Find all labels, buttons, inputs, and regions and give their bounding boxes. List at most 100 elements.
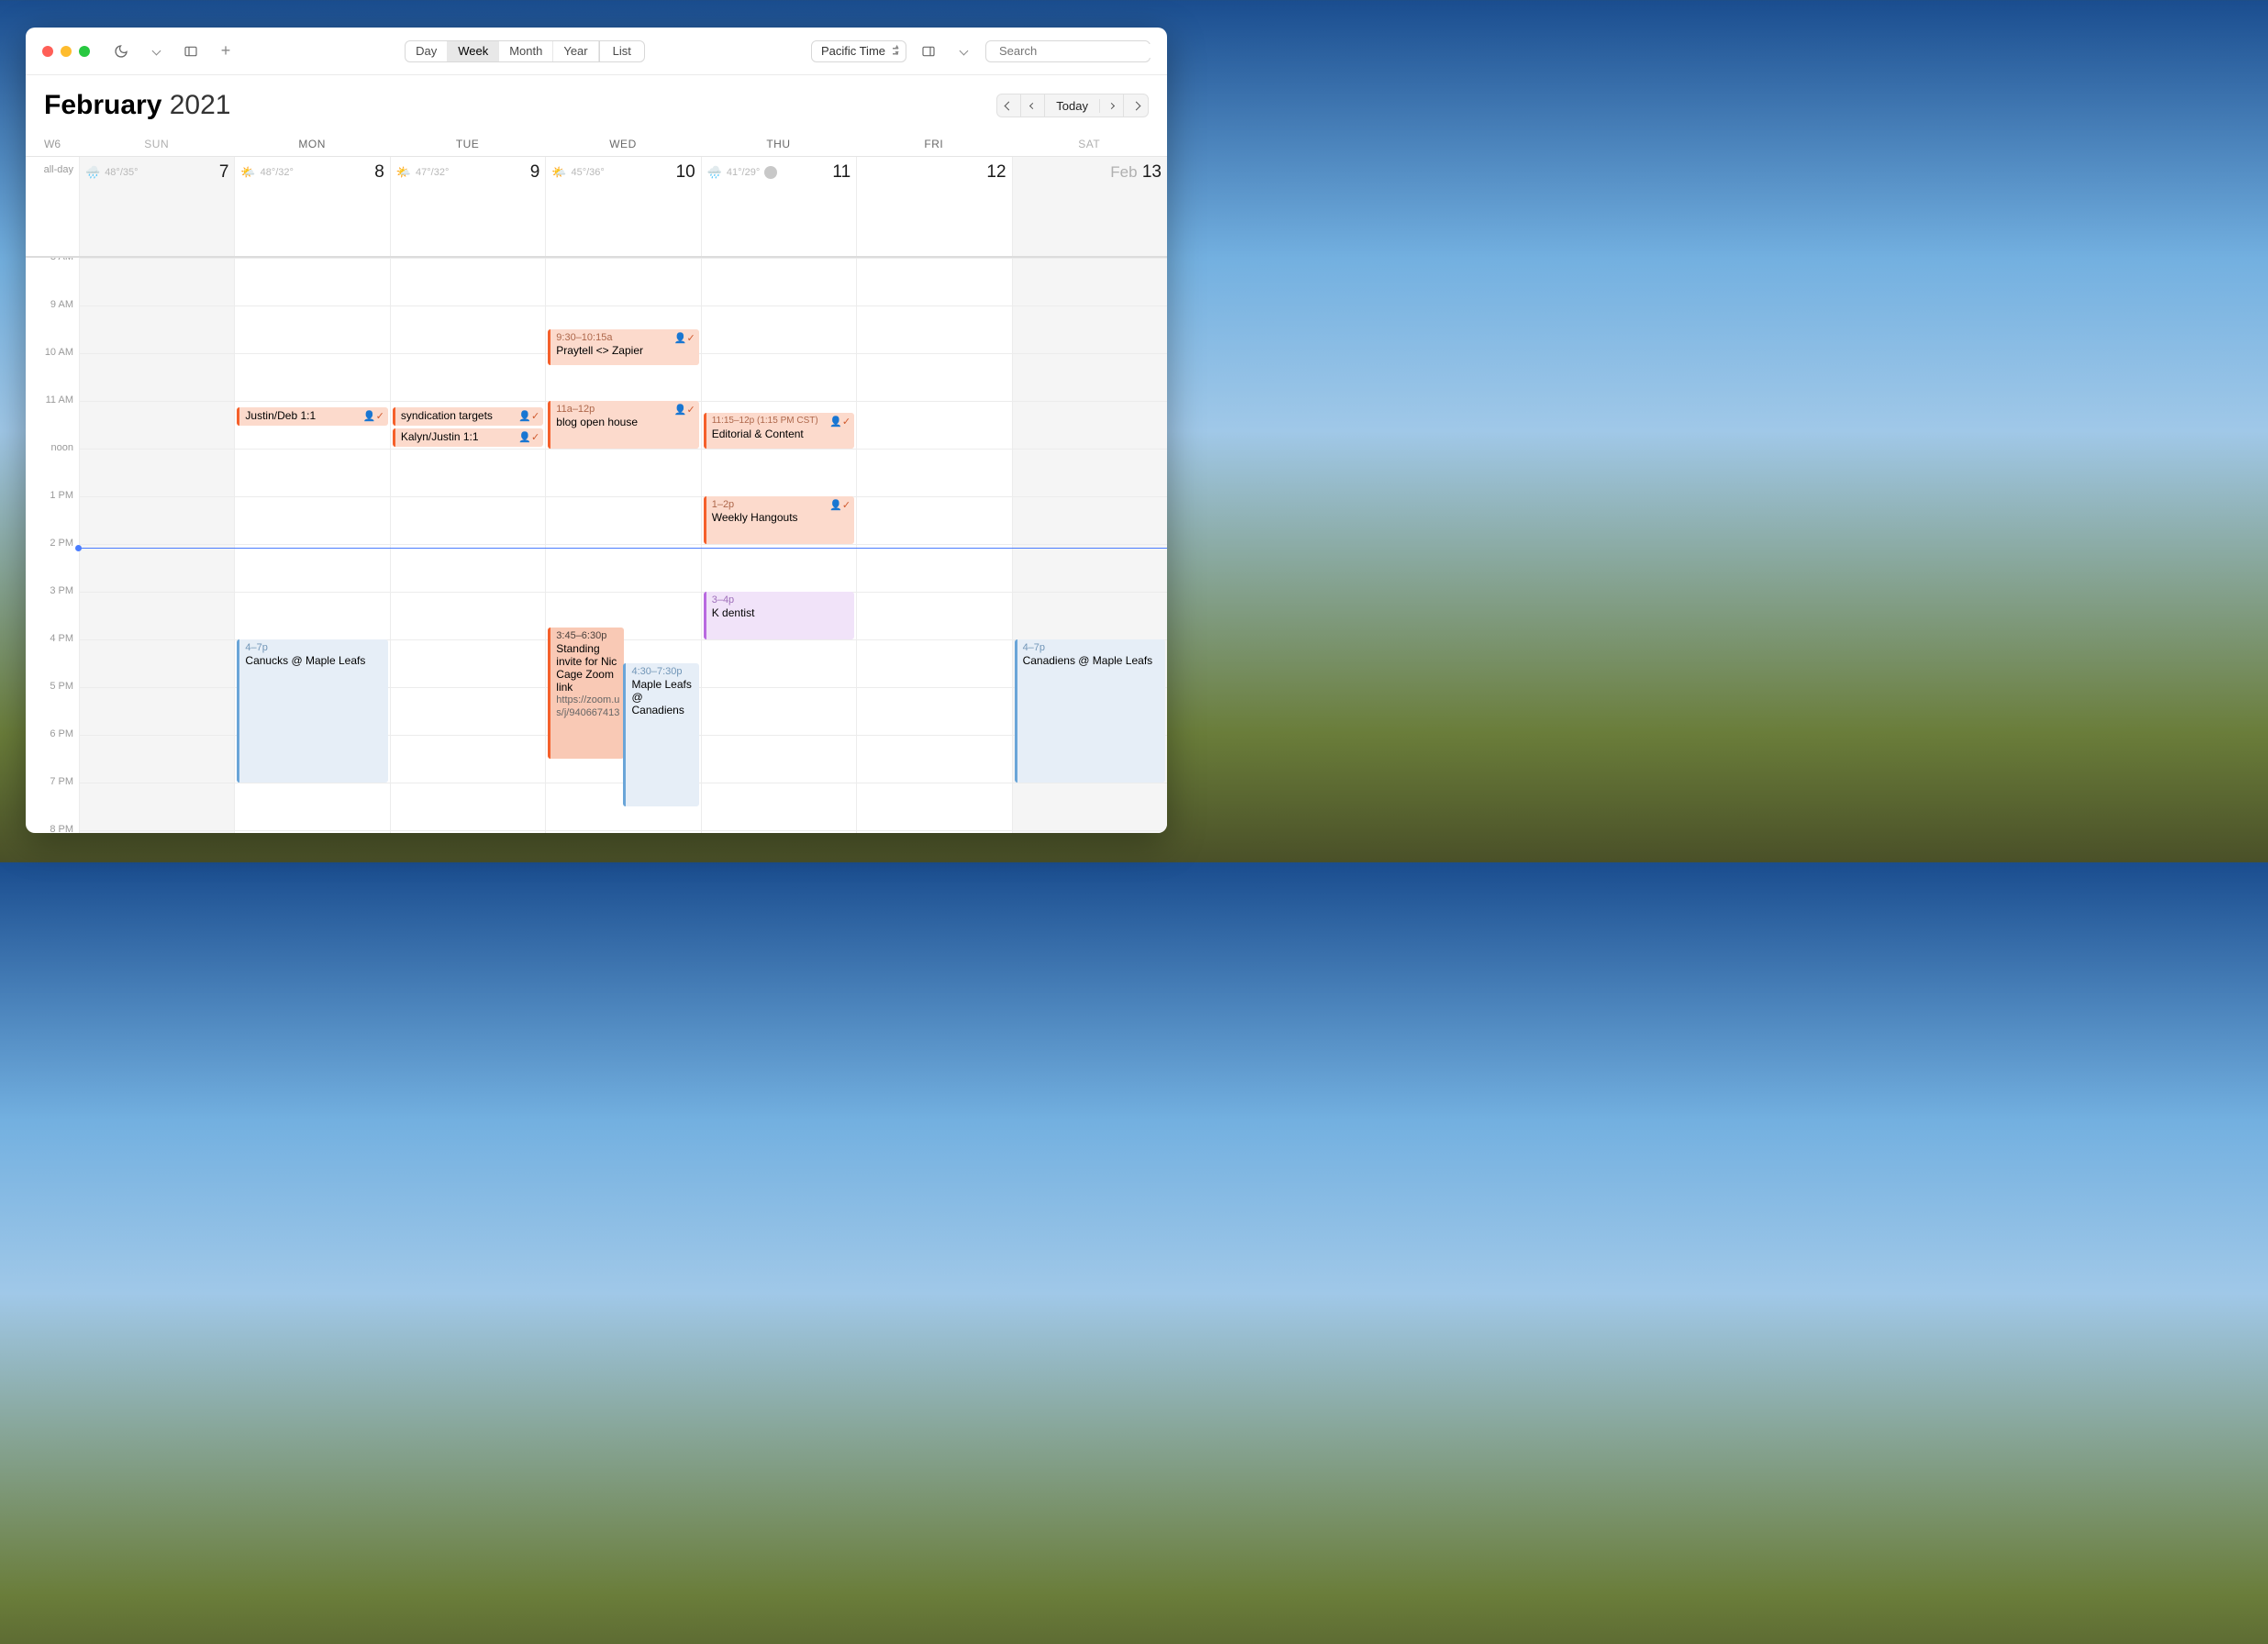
weather-icon: 🌧️ xyxy=(707,165,722,180)
daycol-wed[interactable]: 9:30–10:15a Praytell <> Zapier 👤✓ 11a–12… xyxy=(545,258,700,833)
date-num: 9 xyxy=(530,162,540,183)
allday-sun[interactable]: 🌧️ 48°/35° 7 xyxy=(79,157,234,256)
dayname-fri: FRI xyxy=(856,132,1011,156)
dayname-sun: SUN xyxy=(79,132,234,156)
allday-label: all-day xyxy=(26,157,79,256)
daycol-sat[interactable]: 4–7p Canadiens @ Maple Leafs xyxy=(1012,258,1167,833)
prev-week-button[interactable] xyxy=(997,94,1021,117)
event-justin-deb[interactable]: Justin/Deb 1:1 👤✓ xyxy=(237,407,387,426)
view-week[interactable]: Week xyxy=(448,41,499,61)
view-list[interactable]: List xyxy=(599,41,644,61)
temp: 45°/36° xyxy=(571,167,604,178)
allday-thu[interactable]: 🌧️ 41°/29° 11 xyxy=(701,157,856,256)
video-icon: 👤✓ xyxy=(518,431,539,444)
video-icon: 👤✓ xyxy=(518,410,539,423)
event-time: 4:30–7:30p xyxy=(631,665,695,678)
fullscreen-button[interactable] xyxy=(79,46,90,57)
add-event-button[interactable]: + xyxy=(213,39,239,63)
allday-wed[interactable]: 🌤️ 45°/36° 10 xyxy=(545,157,700,256)
allday-fri[interactable]: 12 xyxy=(856,157,1011,256)
day-header-row: W6 SUN MON TUE WED THU FRI SAT xyxy=(26,132,1167,157)
event-standing[interactable]: 3:45–6:30p Standing invite for Nic Cage … xyxy=(548,628,623,759)
date-num: 10 xyxy=(676,162,695,183)
panel-toggle-icon[interactable] xyxy=(916,39,941,63)
moon-icon xyxy=(764,166,777,179)
temp: 48°/32° xyxy=(261,167,294,178)
event-kalyn[interactable]: Kalyn/Justin 1:1 👤✓ xyxy=(393,428,543,447)
hour-label: 9 AM xyxy=(26,299,79,347)
hour-label: 8 PM xyxy=(26,824,79,833)
temp: 41°/29° xyxy=(727,167,760,178)
event-canucks[interactable]: 4–7p Canucks @ Maple Leafs xyxy=(237,639,387,783)
appearance-dropdown[interactable] xyxy=(143,39,169,63)
event-title: Editorial & Content xyxy=(712,428,850,440)
event-syndication[interactable]: syndication targets 👤✓ xyxy=(393,407,543,426)
dayname-tue: TUE xyxy=(390,132,545,156)
video-icon: 👤✓ xyxy=(674,332,695,345)
hour-label: 3 PM xyxy=(26,585,79,633)
today-button[interactable]: Today xyxy=(1045,99,1100,113)
time-grid: 8 AM 9 AM 10 AM 11 AM noon 1 PM 2 PM 3 P… xyxy=(26,258,1167,833)
allday-sat[interactable]: Feb 13 xyxy=(1012,157,1167,256)
event-praytell[interactable]: 9:30–10:15a Praytell <> Zapier 👤✓ xyxy=(548,329,698,365)
event-title: Canadiens @ Maple Leafs xyxy=(1023,654,1162,667)
current-time-line xyxy=(79,548,1167,549)
dayname-thu: THU xyxy=(701,132,856,156)
prev-day-button[interactable] xyxy=(1021,94,1045,117)
temp: 48°/35° xyxy=(105,167,138,178)
search-input[interactable] xyxy=(999,44,1161,58)
daycol-tue[interactable]: syndication targets 👤✓ Kalyn/Justin 1:1 … xyxy=(390,258,545,833)
hour-label: 8 AM xyxy=(26,258,79,299)
event-title: K dentist xyxy=(712,606,850,619)
daycol-sun[interactable] xyxy=(79,258,234,833)
event-hangouts[interactable]: 1–2p Weekly Hangouts 👤✓ xyxy=(704,496,854,544)
daycol-fri[interactable] xyxy=(856,258,1011,833)
view-month[interactable]: Month xyxy=(499,41,553,61)
search-field[interactable] xyxy=(985,40,1151,62)
next-week-button[interactable] xyxy=(1124,94,1148,117)
event-openhouse[interactable]: 11a–12p blog open house 👤✓ xyxy=(548,401,698,449)
event-time: 3:45–6:30p xyxy=(556,629,619,642)
event-editorial[interactable]: 11:15–12p (1:15 PM CST) Editorial & Cont… xyxy=(704,413,854,449)
minimize-button[interactable] xyxy=(61,46,72,57)
temp: 47°/32° xyxy=(416,167,449,178)
hour-label: 2 PM xyxy=(26,538,79,585)
timezone-select[interactable]: Pacific Time ▲▼ xyxy=(811,40,906,62)
hour-label: 7 PM xyxy=(26,776,79,824)
event-canadiens-leafs[interactable]: 4–7p Canadiens @ Maple Leafs xyxy=(1015,639,1165,783)
weather-icon: 🌤️ xyxy=(551,165,566,180)
daycol-thu[interactable]: 11:15–12p (1:15 PM CST) Editorial & Cont… xyxy=(701,258,856,833)
video-icon: 👤✓ xyxy=(829,499,850,512)
date-num: 11 xyxy=(832,162,850,183)
dayname-wed: WED xyxy=(545,132,700,156)
date-num: 7 xyxy=(219,162,229,183)
weather-icon: 🌤️ xyxy=(240,165,255,180)
month-title: February 2021 xyxy=(44,90,230,121)
event-leafs-canadiens[interactable]: 4:30–7:30p Maple Leafs @ Canadiens xyxy=(623,663,698,806)
next-day-button[interactable] xyxy=(1100,94,1124,117)
time-labels: 8 AM 9 AM 10 AM 11 AM noon 1 PM 2 PM 3 P… xyxy=(26,258,79,833)
weather-icon: 🌤️ xyxy=(396,165,411,180)
close-button[interactable] xyxy=(42,46,53,57)
event-dentist[interactable]: 3–4p K dentist xyxy=(704,592,854,639)
daycol-mon[interactable]: Justin/Deb 1:1 👤✓ 4–7p Canucks @ Maple L… xyxy=(234,258,389,833)
event-sub: https://zoom.us/j/940667413 xyxy=(556,694,619,719)
view-mode-segment: Day Week Month Year List xyxy=(405,40,645,62)
view-year[interactable]: Year xyxy=(553,41,598,61)
event-title: Weekly Hangouts xyxy=(712,511,850,524)
video-icon: 👤✓ xyxy=(829,416,850,428)
hour-label: 1 PM xyxy=(26,490,79,538)
allday-row: all-day 🌧️48°/35°7 🌤️48°/32°8 🌤️47°/32°9… xyxy=(26,157,1167,258)
hour-label: 6 PM xyxy=(26,728,79,776)
dayname-sat: SAT xyxy=(1012,132,1167,156)
date-num: Feb 13 xyxy=(1110,162,1162,183)
dark-mode-icon[interactable] xyxy=(108,39,134,63)
weather-icon: 🌧️ xyxy=(85,165,100,180)
event-title: blog open house xyxy=(556,416,695,428)
panel-dropdown[interactable] xyxy=(951,39,976,63)
allday-mon[interactable]: 🌤️48°/32°8 xyxy=(234,157,389,256)
view-day[interactable]: Day xyxy=(406,41,448,61)
hour-label: 5 PM xyxy=(26,681,79,728)
allday-tue[interactable]: 🌤️ 47°/32° 9 xyxy=(390,157,545,256)
sidebar-toggle-icon[interactable] xyxy=(178,39,204,63)
